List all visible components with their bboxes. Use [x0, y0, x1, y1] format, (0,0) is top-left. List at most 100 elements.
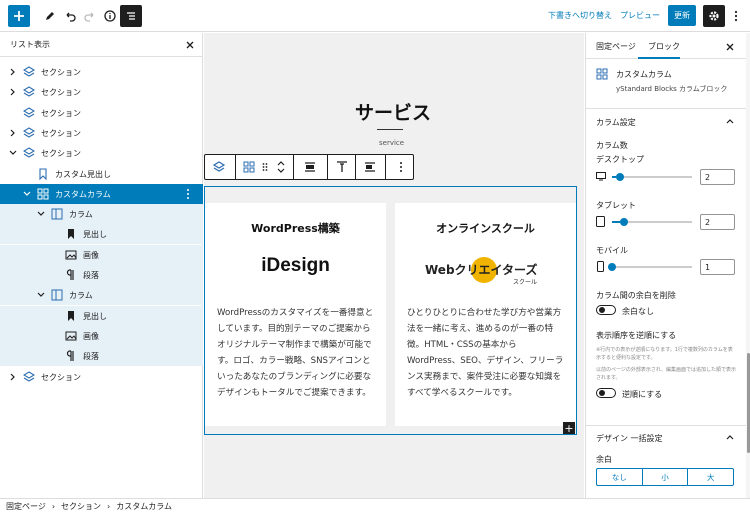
column-settings-title[interactable]: カラム設定 — [596, 117, 636, 128]
top-toolbar: 下書きへ切り替え プレビュー 更新 — [0, 0, 750, 32]
mobile-label: モバイル — [596, 246, 628, 255]
switch-to-draft-link[interactable]: 下書きへ切り替え — [548, 10, 612, 21]
chevron-down-icon[interactable] — [8, 148, 18, 158]
chevron-right-icon[interactable] — [8, 87, 18, 97]
align-button[interactable] — [297, 155, 323, 179]
add-block-button[interactable] — [8, 5, 30, 27]
margin-large-button[interactable]: 大 — [688, 469, 733, 485]
move-up-down-button[interactable] — [273, 155, 289, 179]
margin-none-button[interactable]: なし — [597, 469, 643, 485]
list-view-row[interactable]: セクション — [0, 103, 203, 123]
list-view-row[interactable]: セクション — [0, 62, 203, 82]
close-icon[interactable] — [186, 41, 194, 49]
column-settings-panel: カラム設定 カラム数 デスクトップ 2 タブレット 2 モバイル 1 カラム間の… — [586, 109, 746, 426]
update-button[interactable]: 更新 — [668, 5, 696, 26]
column-card[interactable]: オンラインスクール Webクリエイターズ スクール ひとりひとりに合わせた学び方… — [395, 203, 576, 426]
list-view-header: リスト表示 — [0, 33, 202, 57]
design-preset-title[interactable]: デザイン 一括設定 — [596, 433, 663, 444]
desktop-slider-thumb[interactable] — [616, 173, 624, 181]
list-view-row[interactable]: 段落 — [0, 346, 203, 367]
section-subheading[interactable]: service — [379, 139, 404, 147]
list-view-row[interactable]: 見出し — [0, 224, 203, 245]
preview-link[interactable]: プレビュー — [620, 10, 660, 21]
mobile-slider-track[interactable] — [608, 266, 692, 268]
custom-column-block[interactable]: WordPress構築 iDesign WordPressのカスタマイズを一番得… — [204, 186, 577, 435]
tab-block[interactable]: ブロック — [648, 41, 680, 52]
chevron-right-icon[interactable] — [8, 67, 18, 77]
reverse-help-1: ※行内での表示が逆順になります。1行で複数列のカラムを表示すると便利な設定です。 — [596, 347, 733, 361]
card-title[interactable]: WordPress構築 — [205, 220, 386, 236]
chevron-down-icon[interactable] — [22, 189, 32, 199]
chevron-right-icon[interactable] — [8, 372, 18, 382]
reverse-help-2: 以前のページの外部表示され、編集画面では追加した順で表示されます。 — [596, 367, 736, 381]
tablet-slider-thumb[interactable] — [620, 218, 628, 226]
breadcrumb-item[interactable]: カスタムカラム — [116, 501, 172, 512]
undo-button[interactable] — [59, 5, 81, 27]
no-gap-toggle-label[interactable]: 余白なし — [622, 306, 654, 317]
list-view-row[interactable]: カスタムカラム — [0, 183, 203, 204]
list-view-row[interactable]: 見出し — [0, 305, 203, 326]
chevron-down-icon[interactable] — [36, 209, 46, 219]
settings-button[interactable] — [703, 5, 725, 27]
chevron-up-icon[interactable] — [726, 118, 734, 124]
list-view-row[interactable]: セクション — [0, 143, 203, 163]
drag-handle[interactable] — [259, 155, 271, 179]
mobile-columns-input[interactable]: 1 — [700, 259, 735, 275]
card-body[interactable]: WordPressのカスタマイズを一番得意としています。目的別テーマのご提案から… — [217, 305, 376, 401]
list-view-row[interactable]: セクション — [0, 367, 203, 387]
block-type-button[interactable] — [239, 155, 259, 179]
list-view-panel: リスト表示 セクション セクション セクション セクション セクション カスタム見出し カス… — [0, 33, 203, 498]
list-view-row[interactable]: カラム — [0, 204, 203, 225]
chevron-up-down-icon — [277, 161, 285, 173]
paragraph-icon — [65, 269, 77, 281]
reverse-toggle-label[interactable]: 逆順にする — [622, 389, 662, 400]
close-icon[interactable] — [726, 43, 734, 51]
no-gap-toggle[interactable] — [596, 305, 616, 315]
redo-button[interactable] — [79, 5, 101, 27]
row-options-icon[interactable] — [186, 188, 190, 202]
column-card[interactable]: WordPress構築 iDesign WordPressのカスタマイズを一番得… — [205, 203, 386, 426]
list-view-row[interactable]: セクション — [0, 82, 203, 102]
list-view-button[interactable] — [120, 5, 142, 27]
options-button[interactable] — [729, 5, 743, 27]
idesign-logo: iDesign — [261, 255, 330, 276]
list-view-row[interactable]: 画像 — [0, 325, 203, 346]
list-view-row[interactable]: 画像 — [0, 244, 203, 265]
desktop-slider-track[interactable] — [612, 176, 692, 178]
tools-button[interactable] — [39, 5, 61, 27]
design-preset-panel: デザイン 一括設定 余白 なし 小 大 — [586, 426, 746, 498]
chevron-up-icon[interactable] — [726, 434, 734, 440]
add-block-inline-button[interactable]: + — [563, 422, 575, 435]
vertical-align-button[interactable] — [331, 155, 353, 179]
breadcrumb-item[interactable]: 固定ページ — [6, 501, 46, 512]
kebab-icon — [734, 10, 738, 22]
margin-small-button[interactable]: 小 — [643, 469, 689, 485]
list-view-row-label: 画像 — [83, 250, 99, 260]
more-options-button[interactable] — [389, 155, 413, 179]
chevron-down-icon[interactable] — [36, 290, 46, 300]
list-view-row[interactable]: カラム — [0, 285, 203, 306]
list-view-row-label: 段落 — [83, 271, 99, 280]
tablet-columns-input[interactable]: 2 — [700, 214, 735, 230]
breadcrumb-item[interactable]: セクション — [61, 501, 101, 512]
list-view-row-label: セクション — [41, 128, 81, 138]
list-view-row[interactable]: 段落 — [0, 265, 203, 285]
list-view-row[interactable]: カスタム見出し — [0, 164, 203, 184]
sidebar-scrollbar[interactable] — [746, 33, 750, 498]
section-heading[interactable]: サービス — [355, 98, 431, 125]
details-button[interactable] — [99, 5, 121, 27]
card-title[interactable]: オンラインスクール — [395, 220, 576, 236]
justify-button[interactable] — [359, 155, 381, 179]
chevron-right-icon[interactable] — [8, 128, 18, 138]
logo-main-text: Webクリエイターズ — [425, 263, 538, 277]
plus-icon — [14, 11, 24, 21]
tab-page[interactable]: 固定ページ — [596, 41, 636, 52]
parent-block-button[interactable] — [205, 155, 233, 179]
breadcrumb-separator: › — [107, 501, 111, 511]
mobile-slider-thumb[interactable] — [608, 263, 616, 271]
card-body[interactable]: ひとりひとりに合わせた学び方や営業方法を一緒に考え、進めるのが一番の特徴。HTM… — [407, 305, 566, 401]
list-view-row[interactable]: セクション — [0, 123, 203, 143]
reverse-toggle[interactable] — [596, 388, 616, 398]
list-view-row-label: セクション — [41, 68, 81, 77]
desktop-columns-input[interactable]: 2 — [700, 169, 735, 185]
